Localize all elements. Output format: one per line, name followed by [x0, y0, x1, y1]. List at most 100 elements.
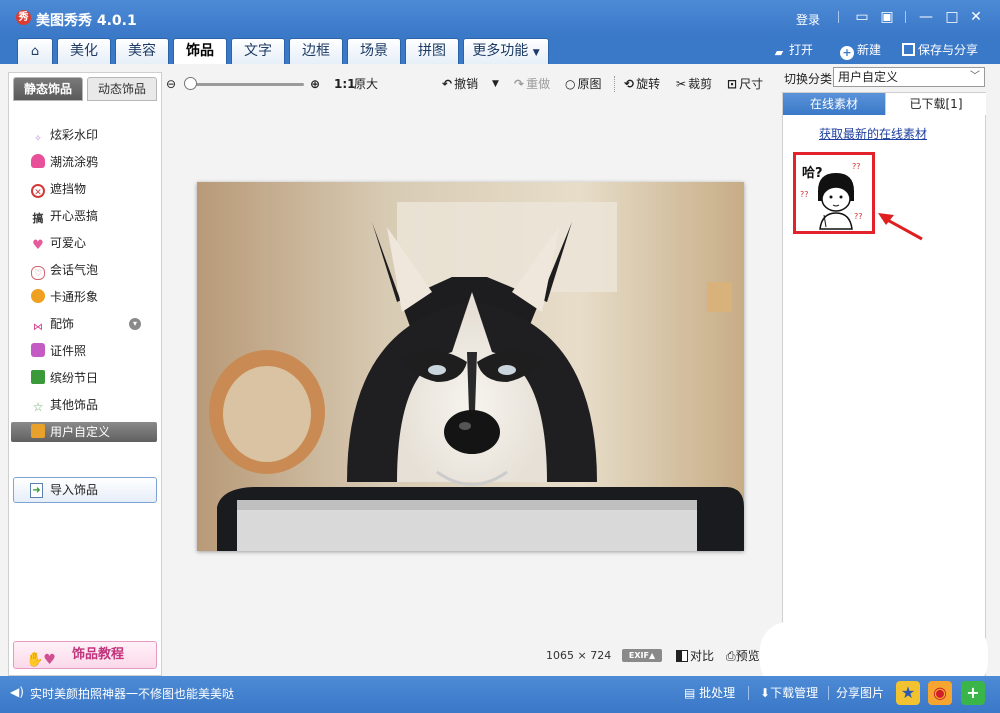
zoom-slider[interactable] [186, 83, 304, 86]
compare-button[interactable]: 对比 [676, 647, 714, 664]
category-item[interactable]: ✧ 炫彩水印 [31, 125, 98, 145]
separator [748, 686, 749, 700]
exif-button[interactable]: EXIF▲ [622, 649, 662, 662]
sticker-image: 哈? ?? ?? ?? [796, 155, 872, 231]
category-item[interactable]: 搞开心恶搞 [31, 206, 99, 226]
zoom-in-icon[interactable]: ⊕ [310, 76, 320, 92]
login-link[interactable]: 登录 [796, 11, 820, 28]
bubble-icon: ♡ [31, 266, 45, 280]
original-size-button[interactable]: 原大 [354, 76, 378, 92]
tab-online-materials[interactable]: 在线素材 [783, 93, 885, 115]
preview-button[interactable]: ⎙预览 [726, 647, 760, 664]
ratio-1to1-button[interactable]: 1:1 [334, 76, 356, 92]
original-icon: ○ [565, 77, 576, 91]
minimize-icon[interactable]: — [916, 7, 936, 27]
status-bar: ◀) 实时美颜拍照神器一不修图也能美美哒 ▤ 批处理 ⬇下载管理 分享图片 ★ … [0, 676, 1000, 713]
category-label: 用户自定义 [50, 425, 111, 439]
zoom-out-icon[interactable]: ⊖ [166, 76, 176, 92]
tab-beauty[interactable]: 美容 [115, 38, 169, 64]
expand-icon[interactable]: ▾ [129, 318, 141, 330]
category-label: 缤纷节日 [50, 371, 99, 385]
separator [905, 11, 906, 23]
tab-downloaded[interactable]: 已下载[1] [885, 93, 986, 115]
resize-button[interactable]: ⊡ 尺寸 [727, 76, 763, 92]
category-item[interactable]: ⋈ 配饰 ▾ [31, 314, 171, 334]
category-item[interactable]: ♥ 可爱心 [31, 233, 86, 253]
tab-more-label: 更多功能 [472, 43, 529, 59]
weibo-icon[interactable]: ◉ [928, 681, 952, 705]
star-icon: ☆ [32, 400, 44, 414]
zoom-slider-thumb[interactable] [184, 77, 197, 90]
edited-photo[interactable] [197, 182, 744, 551]
qzone-icon[interactable]: ★ [896, 681, 920, 705]
status-ad-text[interactable]: 实时美颜拍照神器一不修图也能美美哒 [30, 685, 234, 702]
accessory-tutorial-button[interactable]: ✋♥ 饰品教程 [13, 641, 157, 669]
skin-icon[interactable]: ▣ [877, 7, 897, 27]
tab-border[interactable]: 边框 [289, 38, 343, 64]
category-select[interactable]: 用户自定义 ﹀ [833, 67, 985, 87]
home-icon: ⌂ [30, 44, 40, 59]
preview-icon: ⎙ [726, 649, 736, 663]
add-icon[interactable]: + [961, 681, 985, 705]
category-label: 配饰 [50, 317, 75, 331]
category-item[interactable]: 证件照 [31, 341, 86, 361]
tab-scene[interactable]: 场景 [347, 38, 401, 64]
category-item[interactable]: ✕ 遮挡物 [31, 179, 86, 199]
maximize-icon[interactable]: □ [942, 7, 962, 27]
original-image-button[interactable]: ○ 原图 [565, 76, 602, 92]
import-accessory-button[interactable]: ➜ 导入饰品 [13, 477, 157, 503]
new-button[interactable]: + 新建 [840, 41, 881, 60]
title-bar: 秀 美图秀秀 4.0.1 登录 ▭ ▣ — □ ✕ [0, 0, 1000, 36]
category-item[interactable]: 潮流涂鸦 [31, 152, 98, 172]
folder-icon [31, 424, 45, 438]
batch-process-button[interactable]: ▤ 批处理 [684, 684, 735, 701]
tab-beautify[interactable]: 美化 [57, 38, 111, 64]
open-button[interactable]: ▰ 打开 [772, 41, 813, 59]
download-label: 下载管理 [770, 686, 819, 700]
category-item-user-defined[interactable]: 用户自定义 [11, 422, 157, 442]
sticker-thumbnail[interactable]: 哈? ?? ?? ?? [793, 152, 875, 234]
category-label: 遮挡物 [50, 182, 87, 196]
redo-label: 重做 [526, 77, 551, 91]
image-dimensions: 1065 × 724 [546, 649, 612, 662]
undo-button[interactable]: ↶ 撤销 [442, 76, 478, 92]
undo-dropdown-icon[interactable]: ▼ [492, 76, 499, 92]
category-item[interactable]: 卡通形象 [31, 287, 98, 307]
sparkle-icon: ✧ [34, 134, 42, 144]
close-icon[interactable]: ✕ [966, 7, 986, 27]
save-icon [902, 43, 915, 56]
crop-button[interactable]: ✂ 裁剪 [676, 76, 712, 92]
share-image-button[interactable]: 分享图片 [836, 684, 884, 701]
original-label: 原图 [577, 77, 602, 91]
tab-animated-accessories[interactable]: 动态饰品 [87, 77, 157, 101]
tab-static-accessories[interactable]: 静态饰品 [13, 77, 83, 101]
gift-icon [31, 370, 45, 384]
tab-collage[interactable]: 拼图 [405, 38, 459, 64]
tab-accessories[interactable]: 饰品 [173, 38, 227, 65]
folder-open-icon: ▰ [774, 46, 784, 59]
category-label: 卡通形象 [50, 290, 99, 304]
save-share-button[interactable]: 保存与分享 [902, 41, 978, 59]
category-item[interactable]: 缤纷节日 [31, 368, 98, 388]
app-logo: 秀 [16, 10, 31, 25]
funny-icon: 搞 [32, 212, 44, 225]
download-icon: ⬇ [760, 686, 771, 700]
category-item[interactable]: ♡ 会话气泡 [31, 260, 98, 280]
category-label: 开心恶搞 [50, 209, 99, 223]
category-label: 炫彩水印 [50, 128, 99, 142]
resize-label: 尺寸 [739, 77, 764, 91]
redo-button[interactable]: ↷ 重做 [514, 76, 550, 92]
undo-label: 撤销 [454, 77, 479, 91]
get-latest-materials-link[interactable]: 获取最新的在线素材 [819, 125, 927, 142]
chat-icon[interactable]: ▭ [852, 7, 872, 27]
main-area: 静态饰品 动态饰品 ✧ 炫彩水印 潮流涂鸦 ✕ 遮挡物 搞开心恶搞 ♥ 可爱心 ♡ 会话… [0, 64, 1000, 676]
mask-icon: ✕ [31, 184, 45, 198]
open-label: 打开 [789, 43, 814, 57]
rotate-button[interactable]: ⟲ 旋转 [624, 76, 660, 92]
download-manager-button[interactable]: ⬇下载管理 [760, 684, 818, 701]
tab-home[interactable]: ⌂ [17, 38, 53, 64]
main-tabs: ⌂ 美化 美容 饰品 文字 边框 场景 拼图 更多功能 ▼ ▰ 打开 + 新建 保存… [0, 36, 1000, 65]
tab-text[interactable]: 文字 [231, 38, 285, 64]
category-item[interactable]: ☆ 其他饰品 [31, 395, 98, 415]
tab-more-features[interactable]: 更多功能 ▼ [463, 38, 549, 64]
